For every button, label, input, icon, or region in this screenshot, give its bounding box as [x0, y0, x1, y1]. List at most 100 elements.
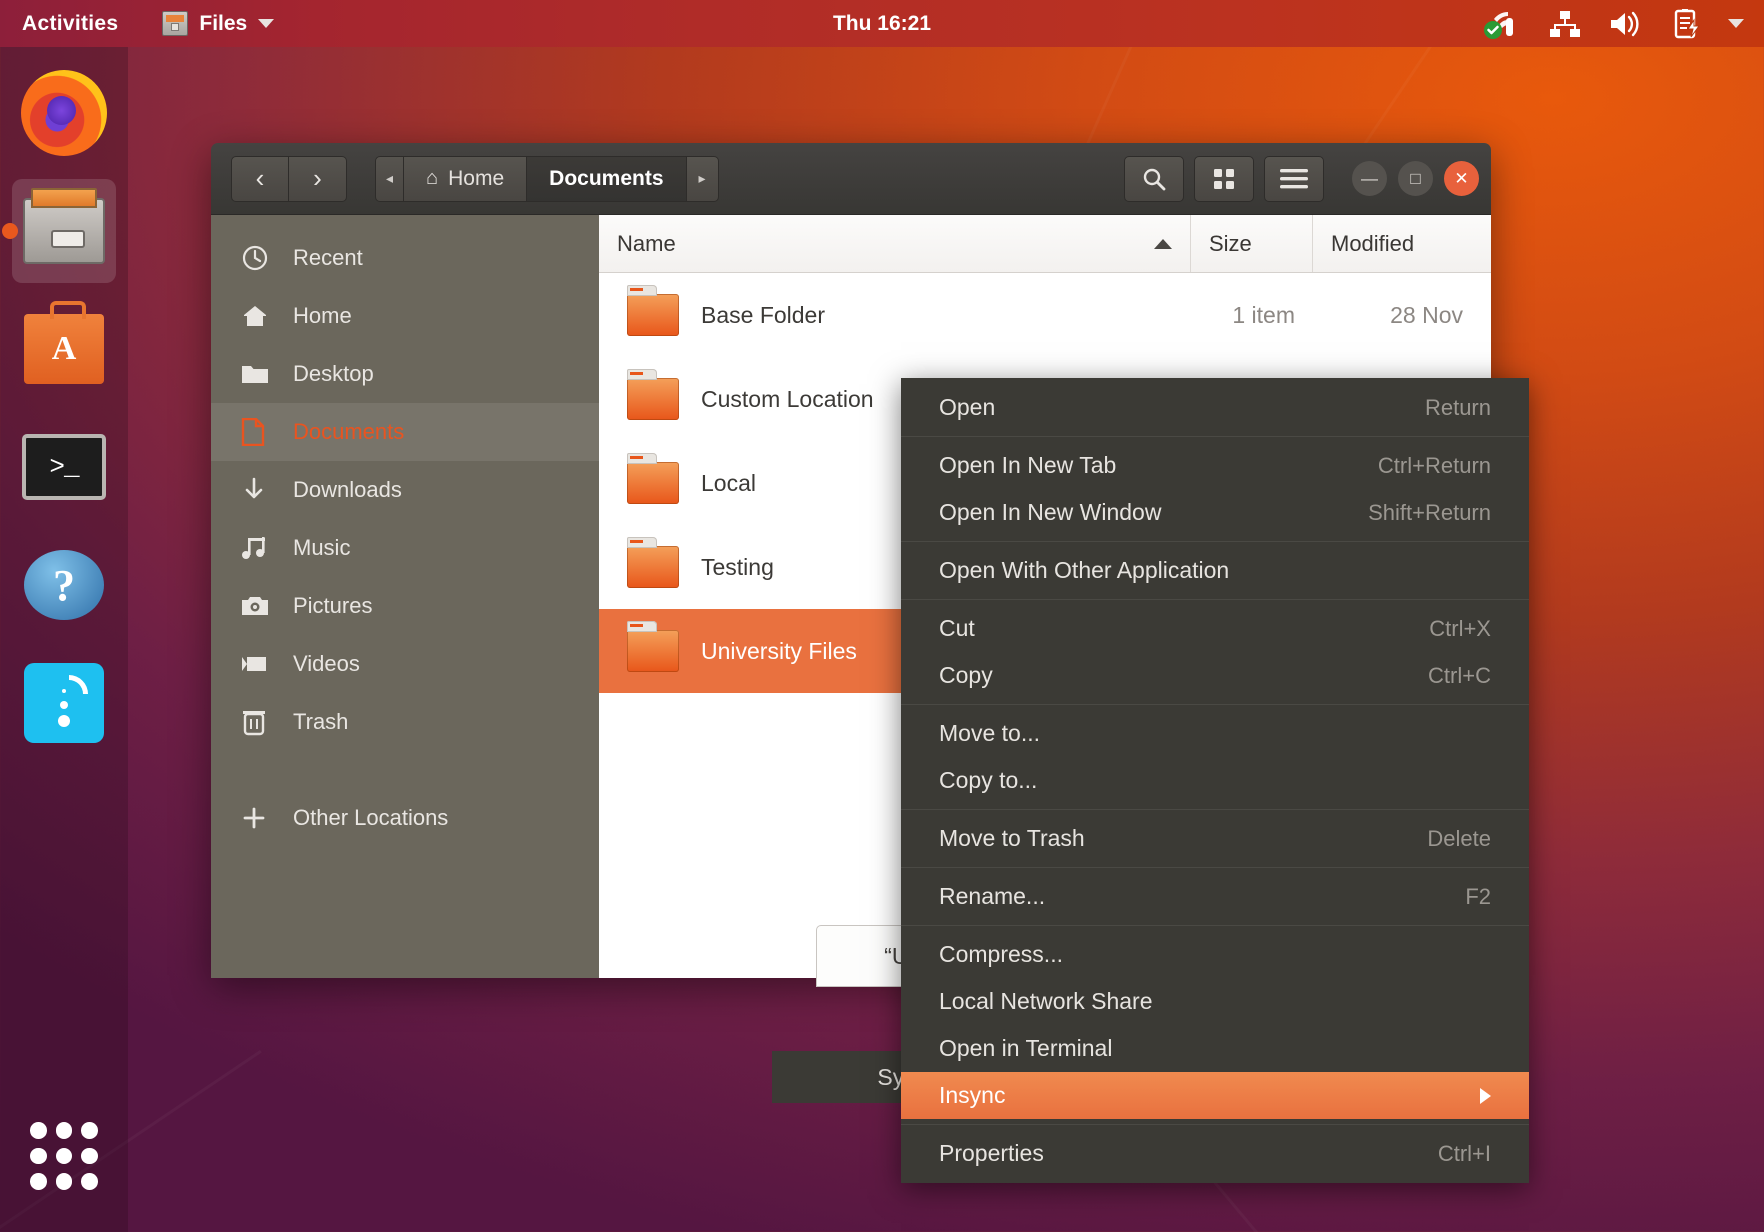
sidebar-item-music[interactable]: Music: [211, 519, 599, 577]
menu-item-move-to[interactable]: Move to...: [901, 710, 1529, 757]
menu-item-copy[interactable]: Copy Ctrl+C: [901, 652, 1529, 699]
sidebar-item-label: Downloads: [293, 477, 402, 502]
menu-separator: [901, 809, 1529, 810]
folder-icon: [627, 621, 679, 672]
show-applications-button[interactable]: [30, 1122, 98, 1190]
app-menu-files[interactable]: Files: [162, 11, 275, 36]
breadcrumb: ◂ ⌂ Home Documents ▸: [375, 155, 719, 202]
dock-item-firefox[interactable]: [12, 61, 116, 165]
sidebar-item-trash[interactable]: Trash: [211, 693, 599, 751]
sidebar-item-other-locations[interactable]: Other Locations: [211, 789, 599, 847]
sidebar-item-label: Desktop: [293, 361, 374, 386]
files-app-icon: [162, 11, 189, 36]
sidebar-item-desktop[interactable]: Desktop: [211, 345, 599, 403]
submenu-arrow-icon: [1480, 1087, 1491, 1104]
download-icon: [241, 476, 293, 504]
menu-item-open-in-new-tab[interactable]: Open In New Tab Ctrl+Return: [901, 442, 1529, 489]
close-button[interactable]: ✕: [1444, 161, 1479, 196]
file-modified-cell: 28 Nov: [1390, 301, 1463, 328]
folder-icon: [627, 453, 679, 504]
column-headers: Name Size Modified: [599, 215, 1491, 273]
network-icon[interactable]: [1548, 9, 1582, 39]
sort-ascending-icon: [1154, 238, 1172, 249]
sidebar-item-label: Pictures: [293, 593, 373, 618]
menu-item-open[interactable]: Open Return: [901, 384, 1529, 431]
main-menu-button[interactable]: [1264, 155, 1324, 202]
music-icon: [241, 535, 293, 561]
insync-icon: [24, 663, 104, 743]
sidebar-item-label: Recent: [293, 245, 363, 270]
folder-icon: [627, 285, 679, 336]
sidebar-item-videos[interactable]: Videos: [211, 635, 599, 693]
menu-item-properties[interactable]: Properties Ctrl+I: [901, 1130, 1529, 1177]
menu-item-rename[interactable]: Rename... F2: [901, 873, 1529, 920]
view-grid-button[interactable]: [1194, 155, 1254, 202]
menu-separator: [901, 1124, 1529, 1125]
menu-separator: [901, 599, 1529, 600]
insync-status-icon[interactable]: [1482, 8, 1522, 40]
sidebar-item-documents[interactable]: Documents: [211, 403, 599, 461]
chevron-right-icon: ▸: [698, 170, 706, 186]
dock-item-terminal[interactable]: >_: [12, 415, 116, 519]
menu-item-cut[interactable]: Cut Ctrl+X: [901, 605, 1529, 652]
minimize-button[interactable]: —: [1352, 161, 1387, 196]
menu-item-insync[interactable]: Insync: [901, 1072, 1529, 1119]
menu-item-local-network-share[interactable]: Local Network Share: [901, 978, 1529, 1025]
system-tray[interactable]: [1482, 8, 1744, 40]
folder-icon: [627, 537, 679, 588]
volume-icon[interactable]: [1608, 9, 1644, 39]
dock-item-files[interactable]: [2, 179, 116, 283]
sidebar-item-home[interactable]: Home: [211, 287, 599, 345]
table-row[interactable]: Base Folder 1 item 28 Nov: [599, 273, 1491, 357]
search-icon: [1143, 168, 1166, 190]
breadcrumb-item-documents[interactable]: Documents: [527, 155, 687, 202]
dock-item-ubuntu-software[interactable]: A: [12, 297, 116, 401]
sidebar-item-downloads[interactable]: Downloads: [211, 461, 599, 519]
dock-item-insync[interactable]: [12, 651, 116, 755]
forward-button[interactable]: ›: [289, 155, 347, 202]
column-header-label: Name: [617, 230, 676, 256]
file-name-cell: Base Folder: [599, 285, 1191, 336]
clock-icon: [241, 244, 293, 272]
column-header-modified[interactable]: Modified: [1313, 215, 1491, 272]
dock-item-help[interactable]: ?: [12, 533, 116, 637]
breadcrumb-item-home[interactable]: ⌂ Home: [404, 155, 528, 202]
back-button[interactable]: ‹: [231, 155, 289, 202]
chevron-down-icon: [258, 19, 275, 28]
breadcrumb-label: Home: [448, 166, 505, 190]
terminal-icon: >_: [22, 434, 106, 500]
window-controls: — □ ✕: [1352, 161, 1479, 196]
battery-icon[interactable]: [1670, 8, 1702, 40]
menu-item-move-to-trash[interactable]: Move to Trash Delete: [901, 815, 1529, 862]
header-bar: ‹ › ◂ ⌂ Home Documents ▸ — □ ✕: [211, 143, 1491, 215]
file-size-cell: 1 item: [1232, 301, 1295, 328]
column-header-name[interactable]: Name: [599, 215, 1191, 272]
search-button[interactable]: [1124, 155, 1184, 202]
sidebar-item-pictures[interactable]: Pictures: [211, 577, 599, 635]
breadcrumb-scroll-right[interactable]: ▸: [686, 155, 719, 202]
clock[interactable]: Thu 16:21: [833, 12, 931, 36]
files-icon: [23, 188, 105, 264]
ubuntu-software-icon: A: [24, 301, 104, 384]
system-menu-caret-icon[interactable]: [1728, 19, 1744, 28]
firefox-icon: [21, 70, 107, 156]
menu-item-open-in-terminal[interactable]: Open in Terminal: [901, 1025, 1529, 1072]
menu-item-open-with-other-application[interactable]: Open With Other Application: [901, 547, 1529, 594]
breadcrumb-scroll-left[interactable]: ◂: [375, 155, 405, 202]
menu-separator: [901, 925, 1529, 926]
menu-item-open-in-new-window[interactable]: Open In New Window Shift+Return: [901, 489, 1529, 536]
running-indicator-dot: [2, 223, 18, 239]
menu-item-compress[interactable]: Compress...: [901, 931, 1529, 978]
column-header-size[interactable]: Size: [1191, 215, 1313, 272]
file-name-label: Testing: [701, 553, 774, 580]
maximize-button[interactable]: □: [1398, 161, 1433, 196]
app-menu-label: Files: [199, 11, 248, 35]
document-icon: [241, 418, 293, 446]
folder-icon: [627, 369, 679, 420]
sidebar-item-recent[interactable]: Recent: [211, 229, 599, 287]
activities-button[interactable]: Activities: [22, 12, 118, 36]
menu-item-copy-to[interactable]: Copy to...: [901, 757, 1529, 804]
sidebar-item-label: Other Locations: [293, 805, 449, 830]
file-name-label: University Files: [701, 637, 857, 664]
sidebar-item-label: Home: [293, 303, 352, 328]
